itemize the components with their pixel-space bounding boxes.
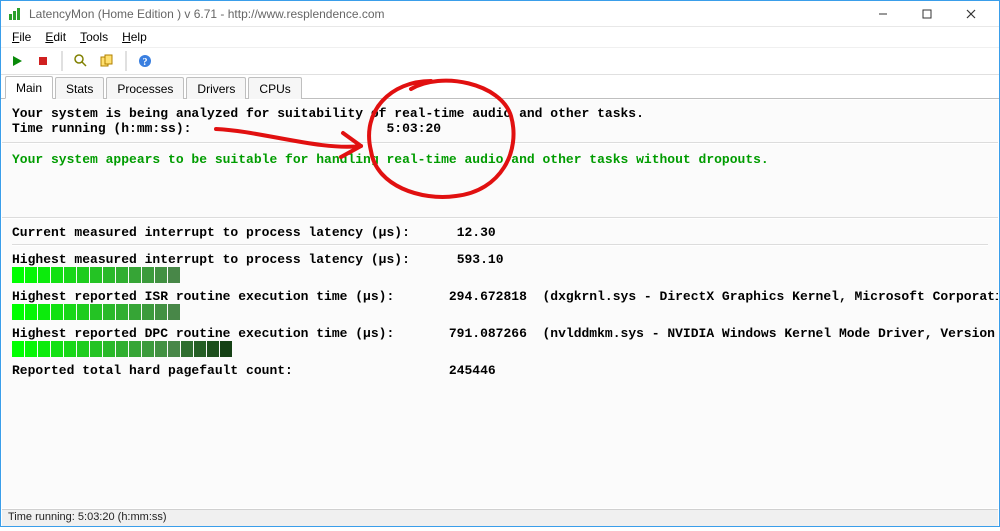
- metric-highest-latency: Highest measured interrupt to process la…: [12, 252, 988, 267]
- menu-file[interactable]: File: [5, 28, 38, 46]
- metric-current-latency: Current measured interrupt to process la…: [12, 225, 988, 240]
- content-pane: Your system is being analyzed for suitab…: [2, 100, 998, 508]
- play-button[interactable]: [7, 51, 27, 71]
- toolbar-separator-2: [125, 51, 127, 71]
- bar-highest-latency: [12, 267, 988, 283]
- time-running-value: 5:03:20: [386, 121, 441, 136]
- maximize-button[interactable]: [905, 1, 949, 27]
- suitability-text: Your system appears to be suitable for h…: [12, 152, 988, 167]
- help-button[interactable]: ?: [135, 51, 155, 71]
- app-icon: [7, 6, 23, 22]
- close-button[interactable]: [949, 1, 993, 27]
- menu-edit[interactable]: Edit: [38, 28, 73, 46]
- toolbar-separator: [61, 51, 63, 71]
- bar-highest-dpc: [12, 341, 988, 357]
- time-running-row: Time running (h:mm:ss): 5:03:20: [12, 121, 988, 136]
- tab-stats[interactable]: Stats: [55, 77, 104, 99]
- stop-button[interactable]: [33, 51, 53, 71]
- title-bar: LatencyMon (Home Edition ) v 6.71 - http…: [1, 1, 999, 27]
- tab-processes[interactable]: Processes: [106, 77, 184, 99]
- minimize-button[interactable]: [861, 1, 905, 27]
- menu-tools[interactable]: Tools: [73, 28, 115, 46]
- analysis-text: Your system is being analyzed for suitab…: [12, 106, 988, 121]
- toolbar: ?: [1, 47, 999, 75]
- status-bar: Time running: 5:03:20 (h:mm:ss): [2, 509, 998, 526]
- tab-bar: Main Stats Processes Drivers CPUs: [1, 75, 999, 99]
- window-title: LatencyMon (Home Edition ) v 6.71 - http…: [29, 7, 385, 21]
- time-running-label: Time running (h:mm:ss):: [12, 121, 191, 136]
- tab-main[interactable]: Main: [5, 76, 53, 99]
- metric-highest-dpc: Highest reported DPC routine execution t…: [12, 326, 988, 341]
- metric-pagefault-count: Reported total hard pagefault count: 245…: [12, 363, 988, 378]
- tab-cpus[interactable]: CPUs: [248, 77, 301, 99]
- bar-highest-isr: [12, 304, 988, 320]
- copy-button[interactable]: [97, 51, 117, 71]
- menu-help[interactable]: Help: [115, 28, 154, 46]
- menu-bar: File Edit Tools Help: [1, 27, 999, 47]
- status-text: Time running: 5:03:20 (h:mm:ss): [8, 511, 167, 523]
- tab-drivers[interactable]: Drivers: [186, 77, 246, 99]
- find-button[interactable]: [71, 51, 91, 71]
- window-controls: [861, 1, 993, 27]
- svg-text:?: ?: [143, 57, 148, 68]
- metric-highest-isr: Highest reported ISR routine execution t…: [12, 289, 988, 304]
